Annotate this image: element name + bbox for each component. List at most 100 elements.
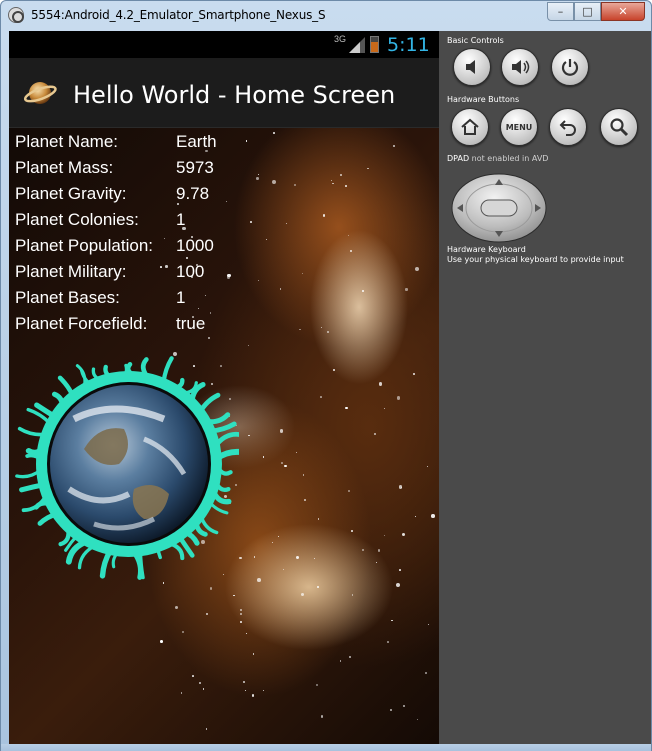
star-decoration <box>295 451 297 454</box>
page-title: Hello World - Home Screen <box>73 81 396 109</box>
star-decoration <box>383 407 386 410</box>
star-decoration <box>398 485 403 489</box>
star-decoration <box>393 144 396 147</box>
maximize-button[interactable]: □ <box>574 2 601 21</box>
search-icon <box>610 118 629 137</box>
info-label: Planet Forcefield: <box>15 314 148 333</box>
star-decoration <box>257 578 262 583</box>
network-type: 3G <box>334 34 347 44</box>
hardware-keyboard-note: Use your physical keyboard to provide in… <box>447 255 624 264</box>
hardware-keyboard-label: Hardware Keyboard <box>447 245 526 254</box>
star-decoration <box>242 680 246 683</box>
star-decoration <box>279 288 282 290</box>
volume-down-icon <box>466 60 475 74</box>
info-row-military: Planet Military: 100 <box>15 259 265 285</box>
star-decoration <box>425 672 428 675</box>
star-decoration <box>294 183 297 186</box>
star-decoration <box>427 623 430 626</box>
star-decoration <box>244 689 247 692</box>
search-button[interactable] <box>600 108 638 146</box>
back-icon <box>559 120 576 136</box>
power-button[interactable] <box>551 48 589 86</box>
star-decoration <box>233 594 235 596</box>
star-decoration <box>426 465 428 467</box>
star-decoration <box>192 675 194 677</box>
info-row-gravity: Planet Gravity: 9.78 <box>15 181 265 207</box>
minimize-button[interactable]: – <box>547 2 574 21</box>
star-decoration <box>205 728 208 730</box>
phone-screen: 3G 5:11 Hello World - Home Screen Planet… <box>9 31 439 744</box>
home-button[interactable] <box>451 108 489 146</box>
star-decoration <box>339 173 342 176</box>
star-decoration <box>253 556 256 558</box>
info-label: Planet Population: <box>15 236 153 255</box>
star-decoration <box>240 621 243 623</box>
star-decoration <box>205 612 208 615</box>
star-decoration <box>273 132 275 134</box>
volume-down-button[interactable] <box>453 48 491 86</box>
star-decoration <box>374 433 377 436</box>
earth-planet-image[interactable] <box>14 339 246 582</box>
star-decoration <box>347 234 350 237</box>
star-decoration <box>240 609 242 611</box>
star-decoration <box>367 167 369 170</box>
menu-button[interactable]: MENU <box>500 108 538 146</box>
star-decoration <box>248 435 250 437</box>
dpad-title: DPAD <box>447 154 470 163</box>
star-decoration <box>413 373 416 376</box>
star-decoration <box>245 632 247 634</box>
close-button[interactable]: ✕ <box>601 2 645 21</box>
window-bottom-border <box>1 744 651 751</box>
star-decoration <box>174 606 178 610</box>
emulator-control-panel: Basic Controls Hardware Buttons MENU DPA… <box>439 31 651 744</box>
star-decoration <box>315 684 318 687</box>
dpad-note: not enabled in AVD <box>471 154 549 163</box>
info-value: 5973 <box>176 158 214 177</box>
star-decoration <box>302 474 304 476</box>
battery-icon <box>370 36 379 53</box>
star-decoration <box>332 182 334 185</box>
info-label: Planet Bases: <box>15 288 120 307</box>
star-decoration <box>395 582 400 588</box>
star-decoration <box>375 562 378 564</box>
star-decoration <box>321 326 323 329</box>
info-row-mass: Planet Mass: 5973 <box>15 155 265 181</box>
star-decoration <box>280 462 283 464</box>
star-decoration <box>262 456 265 458</box>
star-decoration <box>401 533 405 537</box>
hardware-buttons-label: Hardware Buttons <box>447 95 520 104</box>
star-decoration <box>396 396 400 400</box>
info-row-colonies: Planet Colonies: 1 <box>15 207 265 233</box>
power-icon <box>561 59 579 76</box>
planet-icon[interactable] <box>23 76 57 110</box>
star-decoration <box>390 708 392 711</box>
back-button[interactable] <box>549 108 587 146</box>
star-decoration <box>277 536 280 538</box>
star-decoration <box>347 489 350 493</box>
star-decoration <box>239 556 242 559</box>
star-decoration <box>318 518 320 520</box>
star-decoration <box>300 592 305 597</box>
star-decoration <box>159 640 163 644</box>
dpad-label: DPAD not enabled in AVD <box>447 154 548 163</box>
dpad-control[interactable] <box>451 173 547 243</box>
volume-up-button[interactable] <box>501 48 539 86</box>
star-decoration <box>272 542 274 544</box>
star-decoration <box>417 718 419 720</box>
info-value: true <box>176 314 206 333</box>
star-decoration <box>351 594 354 596</box>
hardware-keyboard-info: Hardware Keyboard Use your physical keyb… <box>447 245 624 265</box>
star-decoration <box>301 272 304 274</box>
star-decoration <box>349 249 352 253</box>
info-row-bases: Planet Bases: 1 <box>15 285 265 311</box>
info-value: 9.78 <box>176 184 210 203</box>
star-decoration <box>348 656 352 659</box>
window-title: 5554:Android_4.2_Emulator_Smartphone_Nex… <box>31 8 326 22</box>
star-decoration <box>180 692 183 694</box>
star-decoration <box>251 694 254 697</box>
menu-icon: MENU <box>505 122 533 132</box>
star-decoration <box>414 266 419 271</box>
star-decoration <box>262 689 265 691</box>
star-decoration <box>333 368 336 371</box>
star-decoration <box>248 345 250 347</box>
